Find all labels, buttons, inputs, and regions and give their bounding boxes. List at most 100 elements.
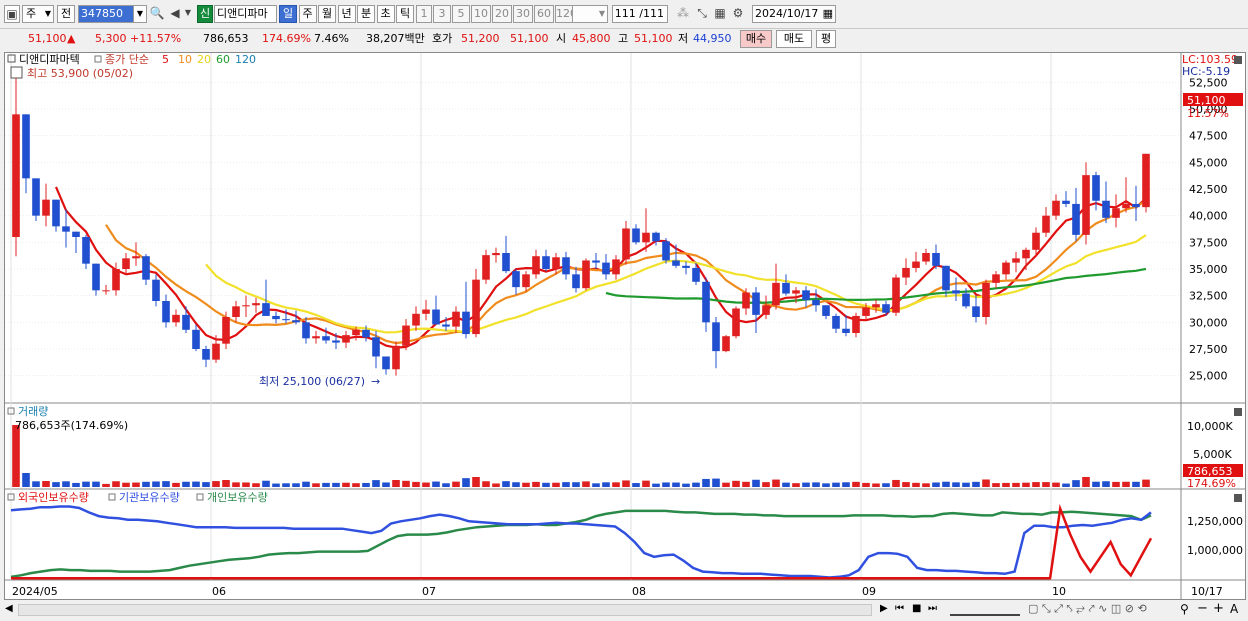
volume-bar xyxy=(32,481,40,487)
candle-body xyxy=(1102,200,1110,218)
stock-code-input[interactable]: 347850 xyxy=(78,5,134,23)
period-tab[interactable]: 월 xyxy=(318,5,336,23)
text-tool-icon[interactable]: A xyxy=(1230,602,1238,616)
link-icon[interactable]: ⁂ xyxy=(674,5,692,23)
drawing-tools-icon[interactable]: ▢ ⤡ ⤢ ⤣ ⥂ ⤤ ∿ ◫ ⊘ ⟲ xyxy=(1028,602,1147,616)
market-select[interactable]: 주 ▼ xyxy=(22,5,54,23)
window-icon[interactable]: ▣ xyxy=(4,5,20,23)
change-value: 5,300 xyxy=(95,32,127,45)
candle-body xyxy=(932,253,940,266)
play-icon[interactable]: ▶ xyxy=(880,603,888,614)
panel-close-icon[interactable] xyxy=(1234,56,1242,64)
volume-bar xyxy=(902,482,910,487)
zoom-icon[interactable]: ⚲ xyxy=(1180,602,1189,616)
interval-button[interactable]: 1 xyxy=(416,5,432,23)
volume-bar xyxy=(562,482,570,487)
candle-body xyxy=(912,261,920,268)
volume-bar xyxy=(1012,482,1020,487)
period-tab[interactable]: 년 xyxy=(337,5,356,23)
volume-bar xyxy=(792,483,800,487)
zoom-in-icon[interactable]: + xyxy=(1213,601,1224,616)
search-icon[interactable]: 🔍 xyxy=(149,5,165,23)
zoom-out-icon[interactable]: − xyxy=(1197,601,1208,616)
candle-body xyxy=(292,320,300,323)
period-tab[interactable]: 일 xyxy=(279,5,297,23)
speaker-icon[interactable]: ◀ xyxy=(167,5,183,23)
count-display[interactable]: 111 /111 xyxy=(612,5,668,23)
gear-icon[interactable]: ⚙ xyxy=(730,5,746,23)
period-tab[interactable]: 주 xyxy=(298,5,317,23)
volume-bar xyxy=(572,482,580,487)
volume-bar xyxy=(102,483,110,487)
candle-body xyxy=(972,306,980,317)
interval-custom-select[interactable]: ▼ xyxy=(572,5,608,23)
interval-button[interactable]: 20 xyxy=(492,5,512,23)
period-tab[interactable]: 분 xyxy=(357,5,375,23)
volume-title: 거래량 xyxy=(18,405,48,418)
holdings-legend-box-icon xyxy=(196,493,204,501)
buy-button[interactable]: 매수 xyxy=(740,30,772,48)
bid-label: 호가 xyxy=(432,32,453,45)
sell-button[interactable]: 매도 xyxy=(776,30,812,48)
price-panel[interactable] xyxy=(5,53,1181,403)
calendar-icon[interactable] xyxy=(10,66,23,79)
stock-name-field[interactable]: 디앤디파마 xyxy=(214,5,277,23)
volume-bar xyxy=(642,480,650,487)
candle-body xyxy=(1062,200,1070,204)
chart-area[interactable]: 52,500 50,000 47,500 45,000 42,500 40,000 37,5… xyxy=(4,52,1246,600)
rewind-icon[interactable]: ⏮ xyxy=(895,603,904,614)
candle-body xyxy=(472,279,480,335)
candle-body xyxy=(132,256,140,259)
candle-body xyxy=(102,290,110,292)
date-field[interactable]: 2024/10/17 ▦ xyxy=(752,5,836,23)
candle-body xyxy=(342,335,350,343)
volume-bar xyxy=(512,482,520,487)
prev-button[interactable]: 전 xyxy=(57,5,75,23)
interval-button[interactable]: 3 xyxy=(433,5,451,23)
volume-legend: 거래량 786,653주(174.69%) 10,000K 5,000K 786… xyxy=(7,405,1243,490)
interval-button[interactable]: 5 xyxy=(452,5,470,23)
volume-bar xyxy=(372,480,380,487)
period-tab[interactable]: 초 xyxy=(376,5,395,23)
zoom-slider[interactable] xyxy=(950,606,1020,616)
volume-bar xyxy=(152,481,160,487)
stop-icon[interactable]: ■ xyxy=(912,603,921,614)
candle-body xyxy=(152,279,160,301)
candle-body xyxy=(602,262,610,275)
calendar-icon[interactable]: ▦ xyxy=(823,6,833,22)
volume-bar xyxy=(1042,482,1050,487)
chevron-down-icon[interactable]: ▼ xyxy=(183,5,193,23)
crosshair-icon[interactable]: ⤡ xyxy=(694,5,710,23)
volume-bar xyxy=(62,481,70,487)
interval-button[interactable]: 10 xyxy=(471,5,491,23)
interval-button[interactable]: 30 xyxy=(513,5,533,23)
avg-button[interactable]: 평 xyxy=(816,30,836,48)
fast-forward-icon[interactable]: ⏭ xyxy=(928,603,937,614)
market-select-label: 주 xyxy=(26,7,37,20)
volume-bar xyxy=(822,483,830,487)
candle-body xyxy=(792,290,800,294)
volume-bar xyxy=(412,481,420,487)
interval-button[interactable]: 60 xyxy=(534,5,554,23)
volume-bar xyxy=(252,483,260,487)
panel-close-icon[interactable] xyxy=(1234,494,1242,502)
candle-body xyxy=(32,178,40,216)
low-note: 최저 25,100 (06/27) xyxy=(259,375,365,388)
scrollbar-track[interactable] xyxy=(18,604,872,616)
price-chart-svg[interactable]: 52,50050,00047,50045,00042,50040,00037,5… xyxy=(5,53,1245,599)
open-label: 시 xyxy=(556,32,567,45)
volume-bar xyxy=(352,483,360,487)
period-tab[interactable]: 틱 xyxy=(396,5,414,23)
save-icon[interactable]: ▦ xyxy=(712,5,728,23)
volume-bar xyxy=(802,482,810,487)
candle-body xyxy=(632,228,640,243)
scroll-left-icon[interactable]: ◀ xyxy=(5,603,13,614)
x-axis-label: 06 xyxy=(212,585,226,598)
volume-bar xyxy=(212,481,220,487)
ma10-legend: 10 xyxy=(178,53,192,66)
candle-body xyxy=(172,314,180,323)
candle-body xyxy=(1112,208,1120,218)
panel-close-icon[interactable] xyxy=(1234,408,1242,416)
code-dropdown-icon[interactable]: ▼ xyxy=(133,5,147,23)
price-ytick-label: 52,500 xyxy=(1189,76,1228,89)
